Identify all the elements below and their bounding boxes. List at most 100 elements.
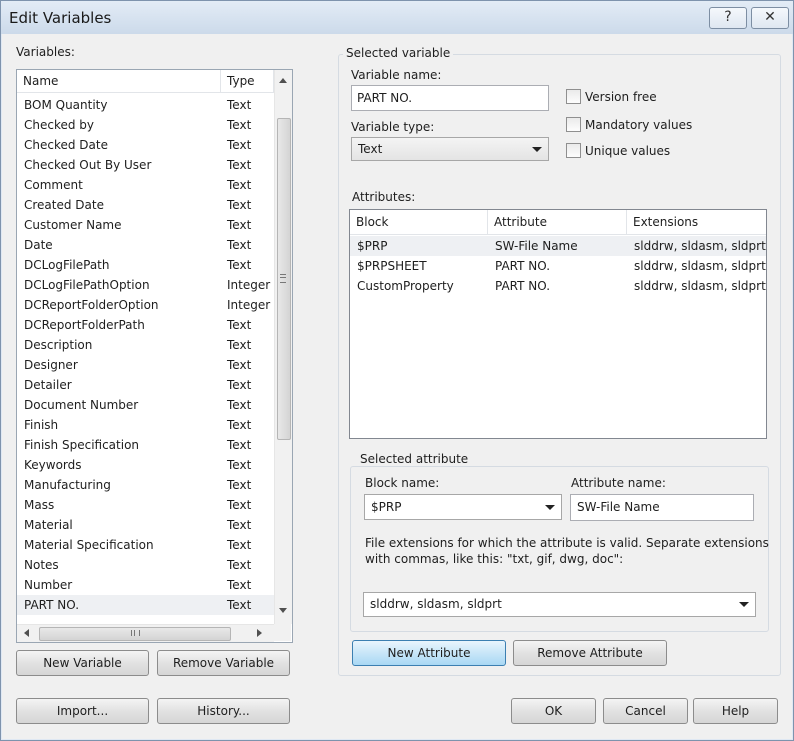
variable-name-cell: Customer Name bbox=[24, 218, 122, 232]
variable-type-cell: Text bbox=[227, 318, 252, 332]
variable-row[interactable]: Description Text bbox=[17, 335, 274, 355]
column-header-type[interactable]: Type bbox=[221, 70, 274, 92]
column-header-extensions[interactable]: Extensions bbox=[627, 210, 766, 234]
variable-row[interactable]: Designer Text bbox=[17, 355, 274, 375]
variable-row[interactable]: Finish Text bbox=[17, 415, 274, 435]
new-variable-button[interactable]: New Variable bbox=[16, 650, 149, 676]
variable-row[interactable]: PART NO. Text bbox=[17, 595, 274, 615]
chevron-down-icon bbox=[545, 505, 555, 510]
remove-attribute-button[interactable]: Remove Attribute bbox=[513, 640, 667, 666]
variable-type-cell: Integer bbox=[227, 278, 271, 292]
scroll-up-icon[interactable] bbox=[279, 78, 287, 83]
variable-name-value: PART NO. bbox=[357, 91, 413, 105]
mandatory-values-label: Mandatory values bbox=[585, 118, 693, 132]
variable-type-cell: Text bbox=[227, 258, 252, 272]
variable-row[interactable]: Date Text bbox=[17, 235, 274, 255]
variable-name-cell: Date bbox=[24, 238, 53, 252]
variable-row[interactable]: Mass Text bbox=[17, 495, 274, 515]
version-free-checkbox[interactable] bbox=[566, 89, 581, 104]
chevron-down-icon bbox=[739, 602, 749, 607]
variable-name-cell: Document Number bbox=[24, 398, 139, 412]
scroll-left-icon[interactable] bbox=[24, 629, 29, 637]
chevron-down-icon bbox=[532, 147, 542, 152]
variables-vscrollbar[interactable] bbox=[274, 70, 292, 624]
variable-name-cell: Notes bbox=[24, 558, 59, 572]
attribute-block-cell: $PRPSHEET bbox=[357, 259, 427, 273]
variable-name-field[interactable]: PART NO. bbox=[351, 85, 549, 111]
variable-row[interactable]: Number Text bbox=[17, 575, 274, 595]
title-bar: Edit Variables ? ✕ bbox=[1, 1, 793, 34]
unique-values-checkbox[interactable] bbox=[566, 143, 581, 158]
variable-name-cell: Comment bbox=[24, 178, 83, 192]
variable-name-cell: Mass bbox=[24, 498, 55, 512]
variable-name-cell: Checked Out By User bbox=[24, 158, 152, 172]
attributes-list[interactable]: Block Attribute Extensions $PRP SW-File N… bbox=[349, 209, 767, 439]
variable-type-cell: Text bbox=[227, 438, 252, 452]
extensions-help-line1: File extensions for which the attribute … bbox=[365, 536, 769, 550]
variable-type-cell: Text bbox=[227, 98, 252, 112]
ok-button[interactable]: OK bbox=[511, 698, 596, 724]
variable-type-cell: Text bbox=[227, 478, 252, 492]
help-button[interactable]: Help bbox=[693, 698, 778, 724]
column-header-name[interactable]: Name bbox=[17, 70, 221, 92]
variable-name-cell: Checked Date bbox=[24, 138, 108, 152]
mandatory-values-checkbox[interactable] bbox=[566, 117, 581, 132]
unique-values-label: Unique values bbox=[585, 144, 671, 158]
variable-name-cell: Checked by bbox=[24, 118, 95, 132]
variable-row[interactable]: Manufacturing Text bbox=[17, 475, 274, 495]
variable-row[interactable]: Keywords Text bbox=[17, 455, 274, 475]
variables-hscrollbar[interactable] bbox=[17, 624, 274, 642]
variable-type-cell: Text bbox=[227, 198, 252, 212]
scroll-right-icon[interactable] bbox=[257, 629, 262, 637]
variable-row[interactable]: Finish Specification Text bbox=[17, 435, 274, 455]
variable-name-cell: Material Specification bbox=[24, 538, 154, 552]
variable-name-cell: Created Date bbox=[24, 198, 104, 212]
remove-variable-button[interactable]: Remove Variable bbox=[157, 650, 290, 676]
variable-name-cell: Designer bbox=[24, 358, 78, 372]
attribute-name-field[interactable]: SW-File Name bbox=[570, 494, 754, 521]
variable-row[interactable]: DCLogFilePathOption Integer bbox=[17, 275, 274, 295]
attribute-name-value: SW-File Name bbox=[577, 500, 660, 514]
variable-type-cell: Text bbox=[227, 158, 252, 172]
extensions-select[interactable]: slddrw, sldasm, sldprt bbox=[363, 592, 756, 617]
attribute-row[interactable]: CustomProperty PART NO. slddrw, sldasm, sl… bbox=[350, 276, 766, 296]
edit-variables-dialog: Edit Variables ? ✕ Variables: Name Type … bbox=[0, 0, 794, 741]
grip-icon bbox=[131, 630, 140, 636]
variable-row[interactable]: Material Specification Text bbox=[17, 535, 274, 555]
variable-row[interactable]: Comment Text bbox=[17, 175, 274, 195]
variable-row[interactable]: Created Date Text bbox=[17, 195, 274, 215]
variable-row[interactable]: Checked by Text bbox=[17, 115, 274, 135]
close-title-button[interactable]: ✕ bbox=[751, 7, 789, 29]
attribute-row[interactable]: $PRP SW-File Name slddrw, sldasm, sldprt bbox=[350, 236, 766, 256]
variable-row[interactable]: BOM Quantity Text bbox=[17, 95, 274, 115]
cancel-button[interactable]: Cancel bbox=[603, 698, 688, 724]
variable-row[interactable]: Material Text bbox=[17, 515, 274, 535]
column-header-attribute[interactable]: Attribute bbox=[488, 210, 627, 234]
variable-row[interactable]: Customer Name Text bbox=[17, 215, 274, 235]
selected-variable-label: Selected variable bbox=[343, 46, 454, 60]
variable-row[interactable]: Notes Text bbox=[17, 555, 274, 575]
variable-row[interactable]: Checked Out By User Text bbox=[17, 155, 274, 175]
attribute-row[interactable]: $PRPSHEET PART NO. slddrw, sldasm, sldprt bbox=[350, 256, 766, 276]
scroll-down-icon[interactable] bbox=[279, 608, 287, 613]
variable-row[interactable]: Checked Date Text bbox=[17, 135, 274, 155]
help-title-button[interactable]: ? bbox=[709, 7, 747, 29]
history-button[interactable]: History... bbox=[157, 698, 290, 724]
variable-row[interactable]: Detailer Text bbox=[17, 375, 274, 395]
block-name-select[interactable]: $PRP bbox=[364, 494, 562, 520]
variables-list-header: Name Type bbox=[17, 70, 274, 93]
attribute-block-cell: $PRP bbox=[357, 239, 388, 253]
import-button[interactable]: Import... bbox=[16, 698, 149, 724]
variable-name-cell: DCLogFilePath bbox=[24, 258, 110, 272]
variable-row[interactable]: DCReportFolderPath Text bbox=[17, 315, 274, 335]
variable-name-cell: Finish Specification bbox=[24, 438, 140, 452]
variable-row[interactable]: DCLogFilePath Text bbox=[17, 255, 274, 275]
variable-row[interactable]: Document Number Text bbox=[17, 395, 274, 415]
variable-row[interactable]: DCReportFolderOption Integer bbox=[17, 295, 274, 315]
variable-type-cell: Integer bbox=[227, 298, 271, 312]
extensions-value: slddrw, sldasm, sldprt bbox=[370, 597, 502, 611]
variables-list[interactable]: Name Type BOM Quantity Text Checked by Text… bbox=[16, 69, 293, 643]
new-attribute-button[interactable]: New Attribute bbox=[352, 640, 506, 666]
variable-type-select[interactable]: Text bbox=[351, 137, 549, 161]
column-header-block[interactable]: Block bbox=[350, 210, 488, 234]
